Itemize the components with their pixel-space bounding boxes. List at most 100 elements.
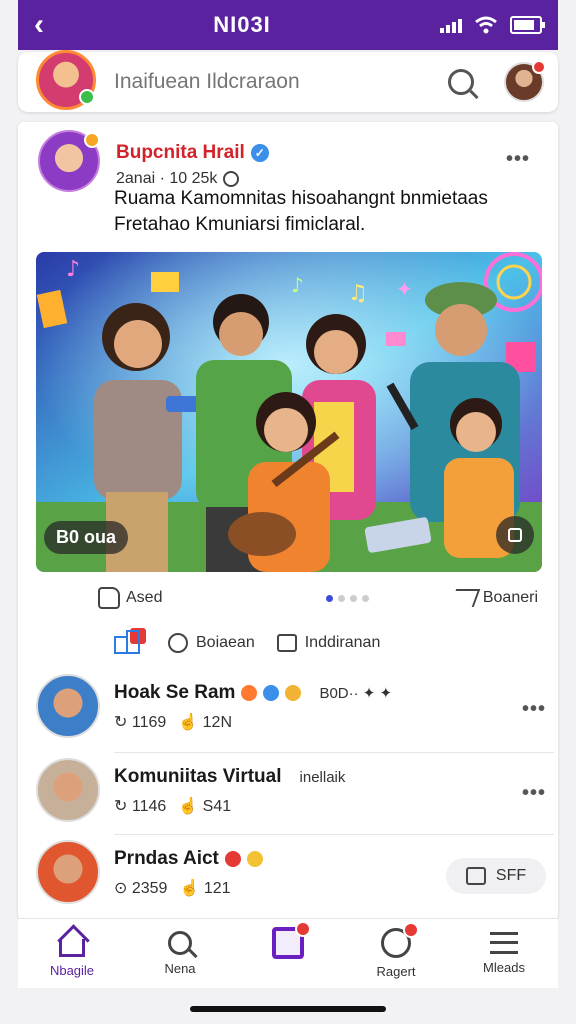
commenter-name: Komuniitas Virtual inellaik [114,766,345,788]
post-more-button[interactable]: ••• [506,148,530,171]
battery-level [514,20,535,30]
profile-button[interactable] [504,60,546,102]
commenter-avatar[interactable] [36,674,100,738]
svg-text:♪: ♪ [291,273,304,297]
post-actions: Boiaean Inddiranan [114,628,514,658]
share-label: Boaneri [482,589,538,606]
fire-emoji-icon [241,685,258,701]
carousel-indicator[interactable] [326,594,370,602]
like-label: Ased [126,589,163,606]
media-share-icon[interactable] [496,516,534,554]
wifi-icon [475,16,497,34]
stat-views-value: 1146 [131,798,167,815]
reply-button[interactable]: SFF [446,858,546,894]
author-badge-icon [84,132,100,148]
post-header: Bupcnita Hrail ✓ 2anai · 10 25k ••• [38,130,538,194]
author-name[interactable]: Bupcnita Hrail ✓ [116,142,269,164]
verified-icon: ✓ [250,144,269,162]
commenter-name-text: Komuniitas Virtual [114,766,282,787]
fire-emoji-icon [224,851,241,867]
share-button[interactable]: Boaneri [449,589,538,607]
comment-button[interactable]: Boiaean [168,633,255,653]
verified-icon [263,685,280,701]
commenter-extra: inellaik [299,768,346,786]
nav-reactions-label: Ragert [376,963,416,979]
stat-likes: ☝ 12N [178,714,232,731]
author-avatar[interactable] [38,130,100,192]
svg-text:♫: ♫ [348,281,368,306]
list-item[interactable]: Hoak Se Ram B0D·· ✦ ✦ ↻ 1169 ☝ 12N ••• [36,674,546,744]
carousel-dot[interactable] [362,594,370,602]
carousel-dot[interactable] [350,594,358,602]
commenter-name: Prndas Aict [114,848,263,870]
nav-home[interactable]: Nbagile [27,929,117,979]
bookmark-square-icon [276,634,297,652]
carousel-dot[interactable] [338,594,346,602]
stat-views: ↻ 1169 [114,714,167,731]
list-item[interactable]: Komuniitas Virtual inellaik ↻ 1146 ☝ S41… [36,758,546,828]
nav-search-label: Nena [164,960,196,976]
stat-likes-value: S41 [202,798,232,815]
search-icon[interactable] [448,69,474,95]
comment-bubble-icon [168,633,188,653]
divider [114,834,554,835]
nav-create[interactable] [243,920,333,981]
top-app-bar: ‹ NI03I [18,0,558,50]
search-icon [168,930,192,955]
reaction-bar: Ased Boaneri [98,584,538,612]
share-icon [449,589,481,607]
stat-likes-value: 121 [203,880,231,897]
online-status-icon [79,89,95,105]
reply-icon [465,867,486,885]
search-bar [18,50,558,112]
stat-likes: ☝ 121 [179,880,231,897]
create-badge [295,920,311,937]
save-button[interactable]: Inddiranan [276,634,380,652]
battery-icon [510,16,545,34]
stat-likes-value: 12N [202,714,232,731]
bar-chart-icon [114,630,140,654]
commenter-avatar[interactable] [36,758,100,822]
home-indicator[interactable] [190,1006,386,1012]
globe-icon [223,171,240,187]
stat-views-value: 2359 [131,880,168,897]
back-button[interactable]: ‹ [34,10,44,40]
app-title: NI03I [213,12,271,37]
divider [114,752,554,753]
post-image[interactable]: ♪ ♪ ♫ ✦ B0 oua [36,252,542,572]
nav-home-label: Nbagile [49,962,95,978]
list-item[interactable]: Prndas Aict ⊙ 2359 ☝ 121 SFF [36,840,546,910]
svg-text:✦: ✦ [396,277,413,301]
commenter-avatar[interactable] [36,840,100,904]
nav-search[interactable]: Nena [135,930,225,977]
home-icon [59,938,85,957]
svg-text:♪: ♪ [66,257,80,282]
media-tag[interactable]: B0 oua [44,521,129,554]
commenter-stats: ↻ 1169 ☝ 12N [114,712,232,732]
stat-likes: ☝ S41 [178,798,232,815]
nav-reactions[interactable]: Ragert [351,921,441,980]
carousel-dot[interactable] [326,594,334,602]
commenter-name-text: Hoak Se Ram [114,682,236,703]
status-icons [440,16,545,34]
stats-button[interactable] [114,628,146,654]
commenter-name-text: Prndas Aict [114,848,219,869]
post-text: Ruama Kamomnitas hisoahangnt bnmietaas F… [114,188,488,235]
commenter-name: Hoak Se Ram B0D·· ✦ ✦ [114,682,392,704]
my-avatar[interactable] [36,50,96,110]
commenter-stats: ↻ 1146 ☝ S41 [114,796,231,816]
reply-label: SFF [495,867,527,884]
item-more-button[interactable]: ••• [522,698,546,721]
menu-icon [490,931,518,954]
reaction-badge [403,921,419,938]
nav-menu[interactable]: Mleads [459,931,549,976]
like-button[interactable]: Ased [98,587,162,609]
commenter-extra: B0D·· ✦ ✦ [319,685,393,702]
bottom-navigation: Nbagile Nena Ragert Mleads [18,918,558,988]
search-input[interactable] [114,70,448,94]
author-name-text: Bupcnita Hrail [116,142,245,163]
post-card: Bupcnita Hrail ✓ 2anai · 10 25k ••• Ruam… [18,122,558,920]
stat-views: ⊙ 2359 [114,880,168,897]
smile-emoji-icon [246,851,263,867]
item-more-button[interactable]: ••• [522,782,546,805]
